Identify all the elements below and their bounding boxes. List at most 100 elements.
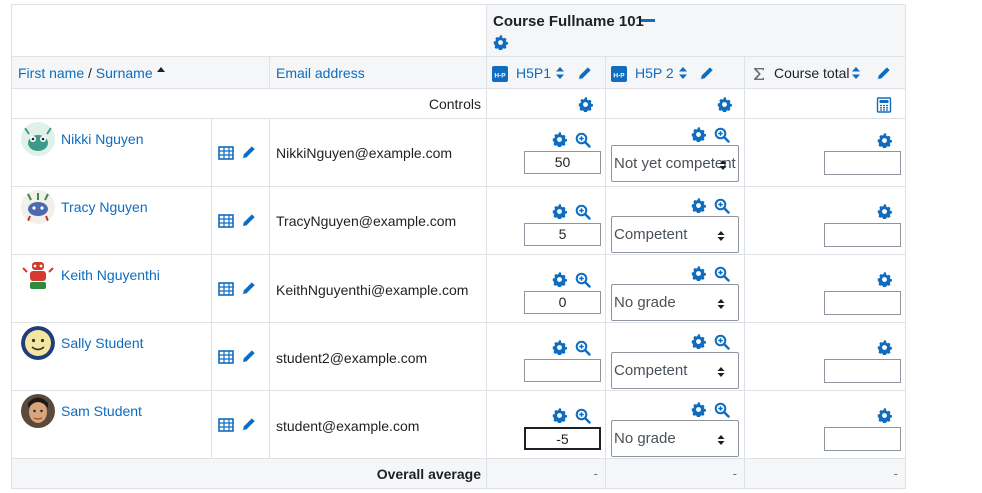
h5p2-controls-cell [605,88,745,119]
grade-analysis-zoom-icon[interactable] [714,266,730,282]
h5p2-sort-icon[interactable] [678,66,688,80]
grade-analysis-zoom-icon[interactable] [714,198,730,214]
grade-settings-gear-icon[interactable] [552,272,567,287]
h5p1-grade-input[interactable] [524,359,601,382]
grade-settings-gear-icon[interactable] [552,132,567,147]
sort-ascending-icon[interactable] [156,66,166,74]
single-view-table-icon[interactable] [218,281,234,297]
h5p1-grade-input[interactable]: 5 [524,223,601,246]
student-name-link[interactable]: Keith Nguyenthi [61,267,160,283]
sigma-total-icon [752,66,766,82]
course-total-sort-icon[interactable] [851,66,861,80]
grade-analysis-zoom-icon[interactable] [714,127,730,143]
edit-pencil-icon[interactable] [241,349,256,364]
grade-settings-gear-icon[interactable] [691,334,706,349]
surname-sort-link[interactable]: Surname [96,65,153,81]
grade-analysis-zoom-icon[interactable] [575,204,591,220]
course-total-input[interactable] [824,427,901,451]
select-arrows-icon [716,297,726,311]
single-view-table-icon[interactable] [218,349,234,365]
single-view-table-icon[interactable] [218,213,234,229]
grade-settings-gear-icon[interactable] [691,266,706,281]
grade-analysis-zoom-icon[interactable] [575,272,591,288]
name-separator: / [84,65,96,81]
calculator-icon[interactable] [876,97,892,113]
h5p2-scale-select[interactable]: Competent [611,352,739,389]
h5p1-grade-input[interactable]: 50 [524,151,601,174]
grade-analysis-zoom-icon[interactable] [575,408,591,424]
h5p1-average-value: - [593,466,598,481]
student-name-link[interactable]: Nikki Nguyen [61,131,143,147]
grade-settings-gear-icon[interactable] [877,204,892,219]
h5p2-item-link[interactable]: H5P 2 [635,65,674,81]
edit-pencil-icon[interactable] [241,417,256,432]
email-sort-link[interactable]: Email address [276,65,365,81]
grade-settings-gear-icon[interactable] [877,340,892,355]
h5p2-edit-pencil-icon[interactable] [699,66,714,81]
grade-settings-gear-icon[interactable] [877,408,892,423]
h5p2-scale-select[interactable]: Competent [611,216,739,253]
single-view-table-icon[interactable] [218,145,234,161]
course-total-average-value: - [893,466,898,481]
edit-pencil-icon[interactable] [241,281,256,296]
grade-settings-gear-icon[interactable] [552,204,567,219]
select-arrows-icon [718,158,728,172]
h5p1-grade-cell: 50 [486,118,606,187]
h5p2-scale-select[interactable]: Not yet competent [611,145,739,182]
edit-pencil-icon[interactable] [241,213,256,228]
grade-analysis-zoom-icon[interactable] [575,132,591,148]
edit-pencil-icon[interactable] [241,145,256,160]
h5p-activity-icon: H-P [611,66,627,82]
svg-text:H-P: H-P [494,73,506,80]
course-total-grade-cell [744,118,906,187]
grade-settings-gear-icon[interactable] [552,340,567,355]
h5p2-grade-cell: No grade [605,390,745,459]
course-total-edit-pencil-icon[interactable] [876,66,891,81]
overall-average-label-cell: Overall average [11,458,487,489]
grade-settings-gear-icon[interactable] [877,133,892,148]
grade-settings-gear-icon[interactable] [552,408,567,423]
h5p-activity-icon: H-P [492,66,508,82]
grade-settings-gear-icon[interactable] [691,402,706,417]
category-settings-gear-icon[interactable] [493,35,508,50]
student-name-link[interactable]: Tracy Nguyen [61,199,148,215]
grade-analysis-zoom-icon[interactable] [575,340,591,356]
h5p2-settings-gear-icon[interactable] [717,97,732,112]
course-total-grade-cell [744,322,906,391]
svg-text:H-P: H-P [613,73,625,80]
h5p1-grade-input[interactable]: 0 [524,291,601,314]
student-actions-cell [211,390,270,459]
first-name-sort-link[interactable]: First name [18,65,84,81]
h5p1-settings-gear-icon[interactable] [578,97,593,112]
grade-settings-gear-icon[interactable] [691,127,706,142]
h5p2-header-cell: H-P H5P 2 [605,56,745,89]
h5p2-average-cell: - [605,458,745,489]
h5p2-scale-select[interactable]: No grade [611,284,739,321]
course-total-input[interactable] [824,223,901,247]
grade-settings-gear-icon[interactable] [877,272,892,287]
grade-analysis-zoom-icon[interactable] [714,334,730,350]
student-name-link[interactable]: Sally Student [61,335,144,351]
selected-scale-value: Competent [614,362,688,379]
student-actions-cell [211,254,270,323]
student-email: student2@example.com [276,350,428,366]
course-total-label: Course total [774,65,850,81]
h5p1-item-link[interactable]: H5P1 [516,65,551,81]
student-email-cell: TracyNguyen@example.com [269,186,487,255]
course-fullname: Course Fullname 101 [493,13,644,30]
grade-analysis-zoom-icon[interactable] [714,402,730,418]
collapse-category-icon[interactable] [641,19,655,22]
student-name-cell: Tracy Nguyen [11,186,212,255]
h5p1-edit-pencil-icon[interactable] [577,66,592,81]
grade-settings-gear-icon[interactable] [691,198,706,213]
student-name-link[interactable]: Sam Student [61,403,142,419]
h5p2-scale-select[interactable]: No grade [611,420,739,457]
h5p1-grade-input[interactable]: -5 [524,427,601,450]
selected-scale-value: Competent [614,226,688,243]
course-total-input[interactable] [824,151,901,175]
category-header-cell: Course Fullname 101 [486,4,906,57]
h5p1-sort-icon[interactable] [555,66,565,80]
course-total-input[interactable] [824,291,901,315]
single-view-table-icon[interactable] [218,417,234,433]
course-total-input[interactable] [824,359,901,383]
